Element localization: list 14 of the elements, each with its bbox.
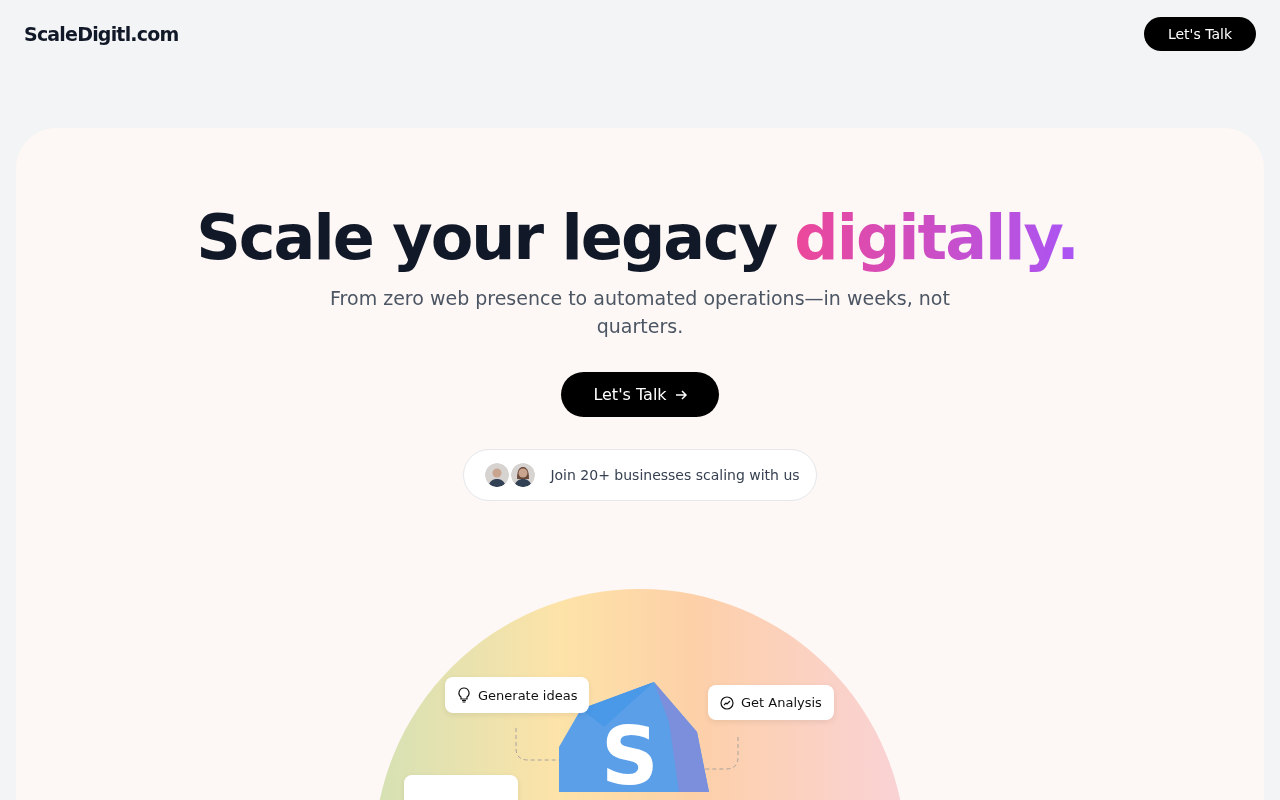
logo-letter: S	[601, 710, 659, 800]
site-logo[interactable]: ScaleDigitl.com	[24, 23, 179, 45]
feature-label: Generate ideas	[478, 687, 578, 703]
gauge-icon	[720, 695, 734, 710]
subtitle: From zero web presence to automated operations—in weeks, not quarters.	[329, 286, 951, 340]
feature-label: Get Analysis	[741, 695, 822, 711]
avatar-icon	[484, 462, 511, 489]
headline: Scale your legacy	[196, 204, 778, 273]
lets-talk-button[interactable]: Let's Talk	[1143, 17, 1256, 51]
lightbulb-icon	[457, 687, 471, 704]
social-proof-text: Join 20+ businesses scaling with us	[550, 467, 800, 484]
lets-talk-button[interactable]: Let's Talk	[561, 372, 719, 418]
avatar-icon	[510, 462, 537, 489]
arrow-right-icon	[674, 388, 687, 401]
